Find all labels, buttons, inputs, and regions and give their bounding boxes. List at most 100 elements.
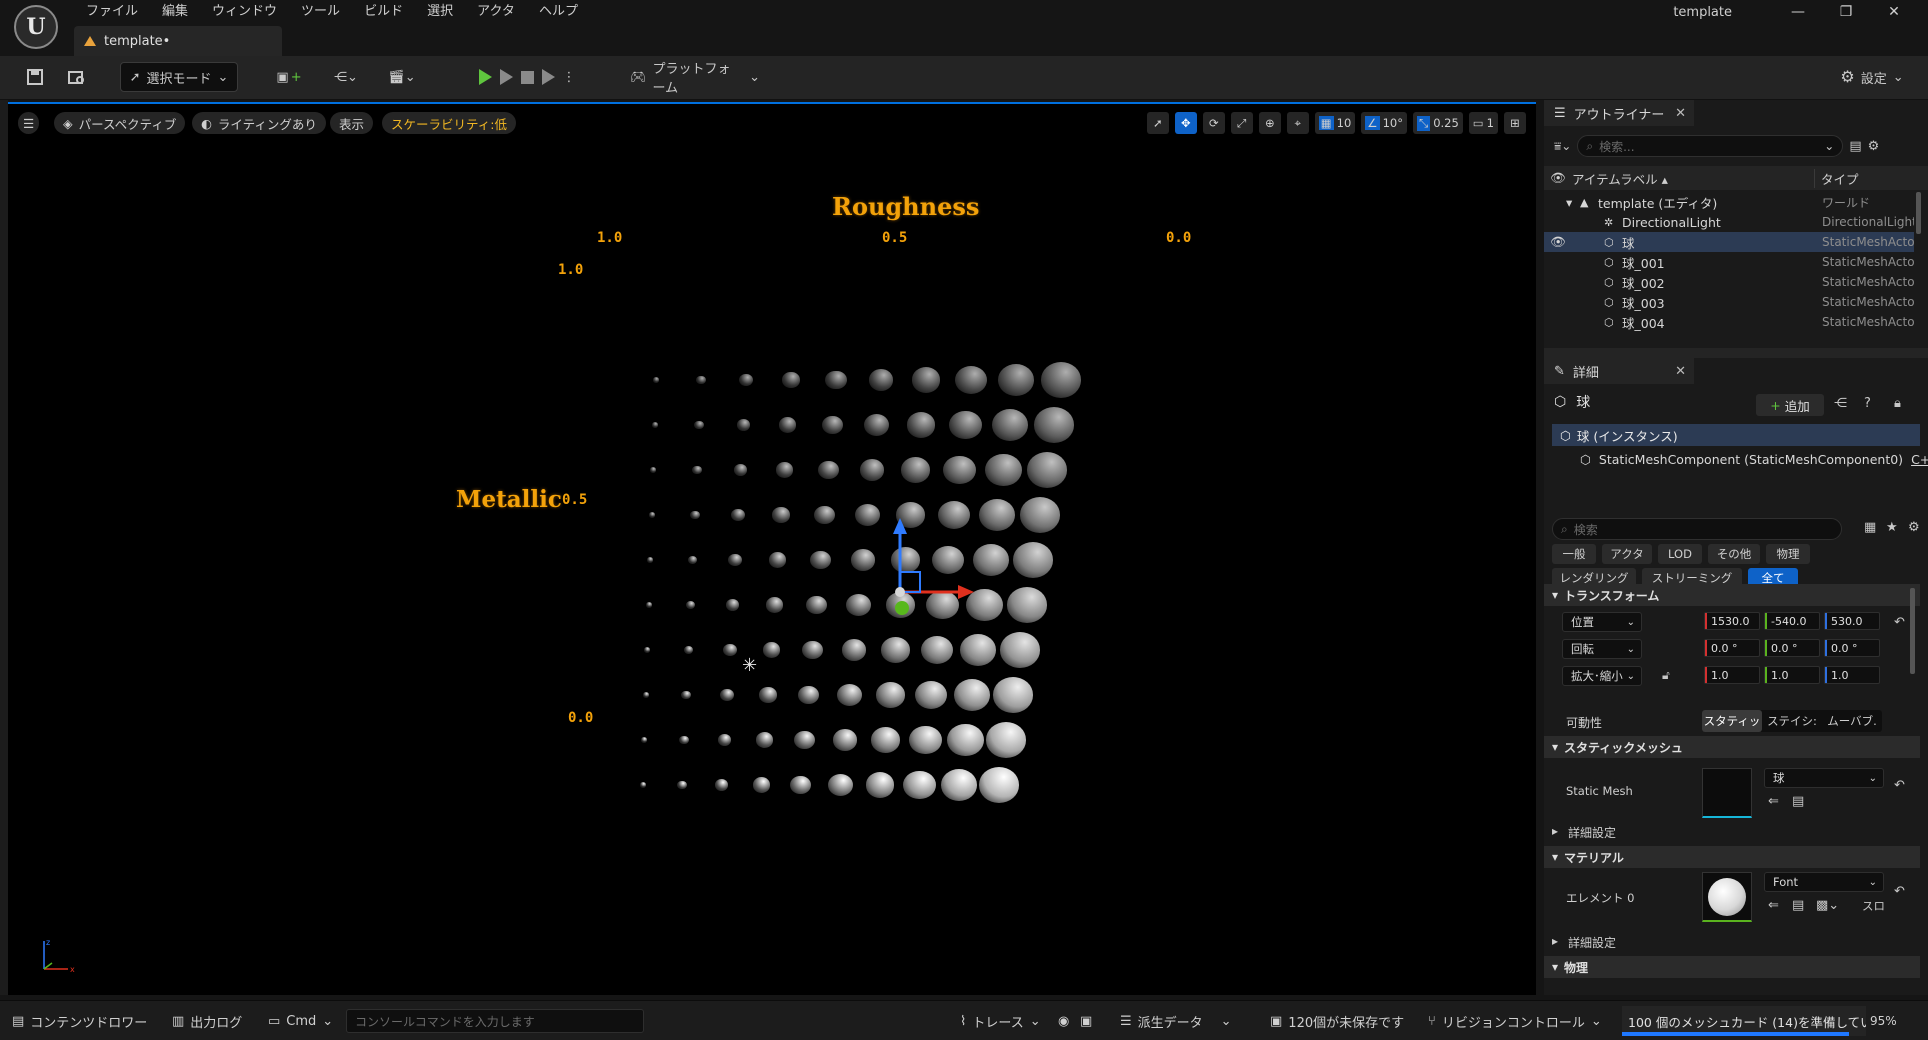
scale-field[interactable]: 1.0 <box>1824 666 1880 684</box>
revision-control-dropdown[interactable]: ⑂ リビジョンコントロール ⌄ <box>1428 1008 1602 1034</box>
browse-icon[interactable]: ▤ <box>1792 898 1804 913</box>
location-field[interactable]: -540.0 <box>1764 612 1820 630</box>
material-sphere[interactable] <box>685 600 696 610</box>
gear-icon[interactable]: ⚙ <box>1868 139 1880 154</box>
material-sphere[interactable] <box>1020 497 1061 533</box>
material-sphere[interactable] <box>728 554 742 566</box>
material-sphere[interactable] <box>723 644 737 656</box>
record-icon[interactable]: ◉ <box>1058 1008 1069 1034</box>
menu-item[interactable]: ヘルプ <box>527 2 590 22</box>
material-sphere[interactable] <box>651 422 658 428</box>
scalability-warning[interactable]: スケーラビリティ:低 <box>382 112 516 134</box>
material-sphere[interactable] <box>647 557 653 563</box>
material-sphere[interactable] <box>691 465 702 475</box>
play-options-icon[interactable]: ⋮ <box>563 70 576 85</box>
menu-item[interactable]: アクタ <box>465 2 527 22</box>
material-sphere[interactable] <box>825 370 847 390</box>
location-field[interactable]: 530.0 <box>1824 612 1880 630</box>
stop-icon[interactable] <box>520 70 534 84</box>
material-sphere[interactable] <box>846 594 871 616</box>
layout-icon[interactable]: ⊞ <box>1504 112 1526 134</box>
surface-snap-icon[interactable]: ⌖ <box>1286 112 1309 134</box>
material-sphere[interactable] <box>694 420 704 430</box>
static-mesh-header[interactable]: ▾ スタティックメッシュ <box>1544 736 1920 758</box>
outliner-row[interactable]: ✲ DirectionalLight DirectionalLight <box>1544 212 1914 232</box>
select-mode-dropdown[interactable]: ➚ 選択モード ⌄ <box>120 62 238 92</box>
material-sphere[interactable] <box>650 467 656 473</box>
menu-item[interactable]: ファイル <box>74 2 150 22</box>
material-sphere[interactable] <box>645 602 652 608</box>
cinematics-button[interactable]: 🎬︎⌄ <box>382 62 422 92</box>
material-sphere[interactable] <box>642 692 649 698</box>
save-icon[interactable] <box>20 62 50 92</box>
material-sphere[interactable] <box>1013 542 1054 578</box>
material-sphere[interactable] <box>794 730 816 750</box>
material-sphere[interactable] <box>875 682 905 708</box>
viewport-menu-button[interactable]: ☰ <box>18 112 40 134</box>
outliner-scrollbar[interactable] <box>1916 192 1921 234</box>
material-sphere[interactable] <box>779 417 797 433</box>
material-sphere[interactable] <box>714 779 729 791</box>
reset-icon[interactable]: ↶ <box>1894 615 1905 630</box>
scale-field[interactable]: 1.0 <box>1764 666 1820 684</box>
unreal-logo[interactable]: U <box>14 5 58 49</box>
material-sphere[interactable] <box>775 462 794 478</box>
material-sphere[interactable] <box>683 645 694 655</box>
material-sphere[interactable] <box>762 642 780 658</box>
material-sphere[interactable] <box>1006 587 1047 623</box>
close-icon[interactable]: ✕ <box>1675 106 1686 121</box>
close-icon[interactable]: ✕ <box>1870 0 1918 24</box>
material-sphere[interactable] <box>943 455 976 485</box>
add-actor-button[interactable]: ▣ + <box>270 62 308 92</box>
material-sphere[interactable] <box>868 369 894 391</box>
material-sphere[interactable] <box>641 737 647 743</box>
outliner-tab[interactable]: ☰ アウトライナー ✕ <box>1544 100 1694 126</box>
step-icon[interactable] <box>499 69 513 85</box>
location-field[interactable]: 1530.0 <box>1704 612 1760 630</box>
material-sphere[interactable] <box>1034 407 1075 443</box>
material-sphere[interactable] <box>755 732 774 748</box>
blueprint-button[interactable]: ⋲⌄ <box>326 62 366 92</box>
gear-icon[interactable]: ⚙ <box>1908 520 1920 535</box>
material-sphere[interactable] <box>914 680 948 710</box>
light-source-icon[interactable]: ✳ <box>742 655 757 676</box>
details-search-input[interactable]: ⌕ 検索 <box>1552 518 1842 540</box>
material-sphere[interactable] <box>725 599 740 611</box>
material-sphere[interactable] <box>813 505 835 525</box>
material-sphere[interactable] <box>865 772 895 798</box>
perspective-button[interactable]: ◈ パースペクティブ <box>54 112 186 134</box>
material-sphere[interactable] <box>644 647 650 653</box>
physics-header[interactable]: ▾ 物理 <box>1544 956 1920 978</box>
material-sphere[interactable] <box>802 640 824 660</box>
material-sphere[interactable] <box>772 507 790 523</box>
outliner-row[interactable]: ⬡ 球_003 StaticMeshActo <box>1544 292 1914 312</box>
add-folder-icon[interactable]: ▤ <box>1849 139 1861 154</box>
component-row[interactable]: ⬡ StaticMeshComponent (StaticMeshComponen… <box>1580 448 1928 470</box>
static-mesh-dropdown[interactable]: 球 ⌄ <box>1764 768 1884 788</box>
material-sphere[interactable] <box>837 684 862 706</box>
details-scrollbar[interactable] <box>1910 588 1915 674</box>
material-dropdown[interactable]: Font ⌄ <box>1764 872 1884 892</box>
material-sphere[interactable] <box>639 782 646 788</box>
derived-data-dropdown[interactable]: ☰ 派生データ ⌄ <box>1120 1008 1232 1034</box>
blueprint-icon[interactable]: ⋲ <box>1834 396 1847 411</box>
filter-button[interactable]: その他 <box>1708 544 1760 564</box>
location-dropdown[interactable]: 位置 ⌄ <box>1562 612 1642 632</box>
use-selected-icon[interactable]: ⇐ <box>1768 898 1779 913</box>
screenshot-icon[interactable]: ▣ <box>1080 1008 1092 1034</box>
material-sphere[interactable] <box>1041 362 1081 398</box>
material-sphere[interactable] <box>687 555 698 565</box>
transform-header[interactable]: ▾ トランスフォーム <box>1544 584 1920 606</box>
rotate-tool-icon[interactable]: ⟳ <box>1202 112 1225 134</box>
material-sphere[interactable] <box>679 735 690 745</box>
level-viewport[interactable]: ☰ ◈ パースペクティブ ◐ ライティングあり 表示 スケーラビリティ:低 ➚ ✥ … <box>8 102 1536 995</box>
table-view-icon[interactable]: ▦ <box>1864 520 1876 535</box>
menu-item[interactable]: 選択 <box>415 2 465 22</box>
material-sphere[interactable] <box>828 774 853 796</box>
material-sphere[interactable] <box>731 509 745 521</box>
material-sphere[interactable] <box>1027 452 1068 488</box>
grid-snap-button[interactable]: ▦ 10 <box>1314 112 1356 134</box>
material-sphere[interactable] <box>653 377 659 383</box>
browse-icon[interactable]: ▤ <box>1792 794 1804 809</box>
level-tab[interactable]: template• <box>74 26 282 56</box>
